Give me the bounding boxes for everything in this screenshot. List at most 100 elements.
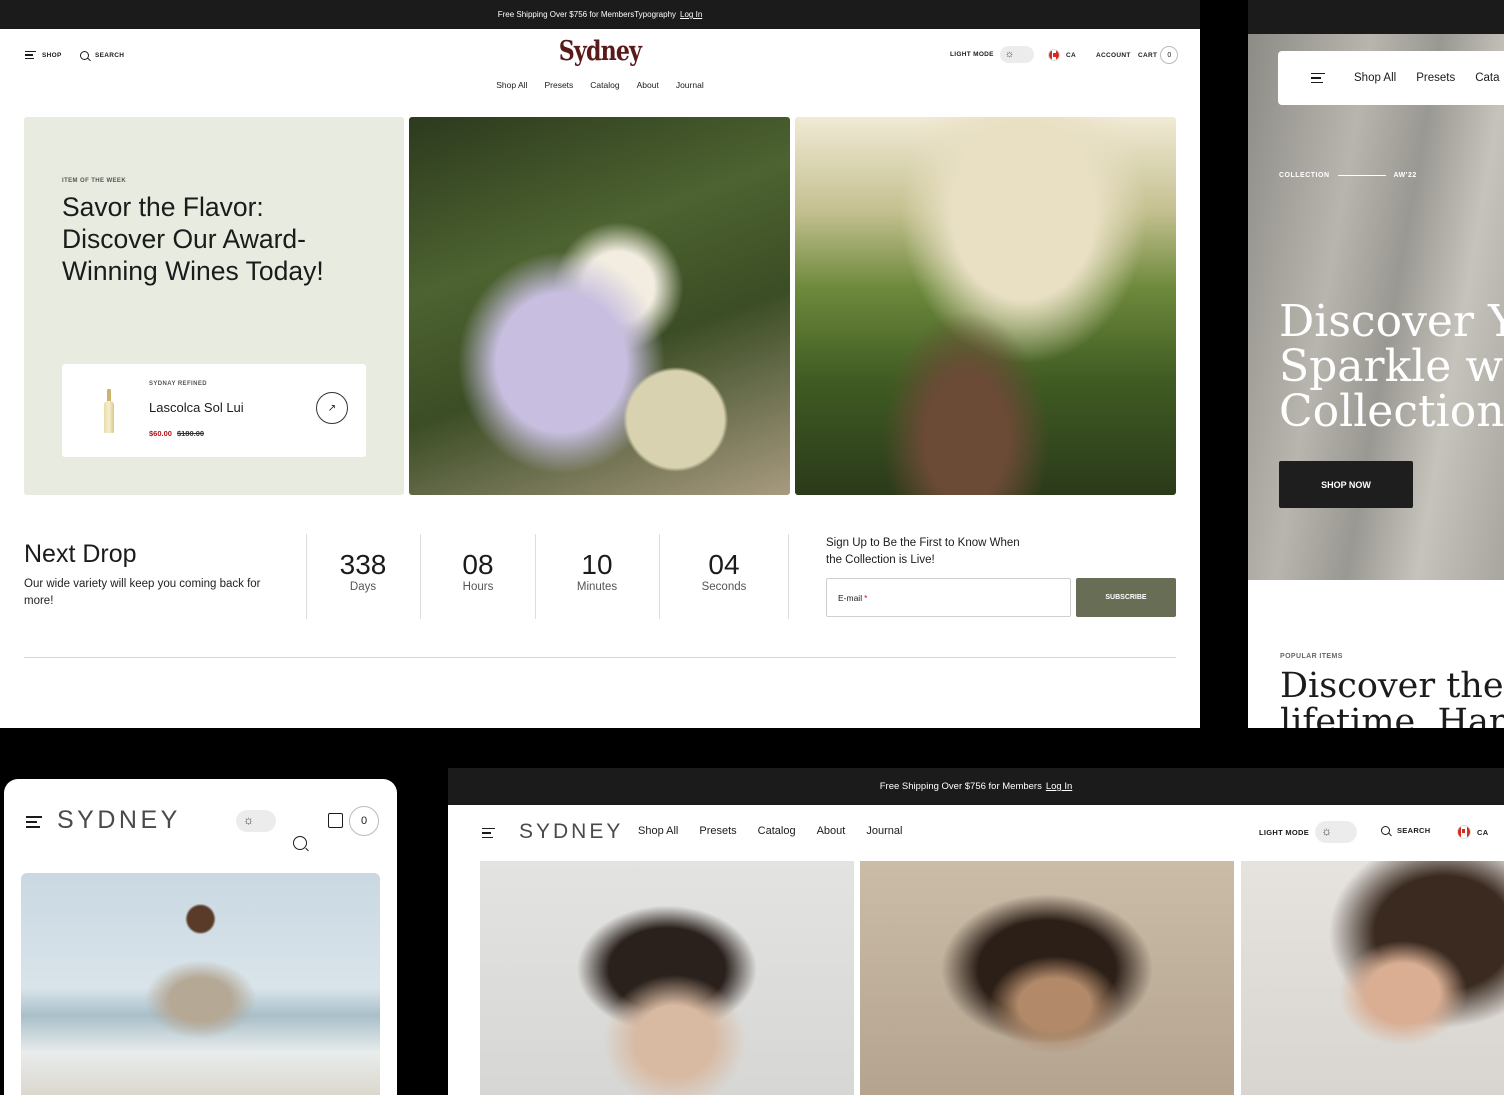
menu-icon[interactable] (482, 828, 495, 838)
countdown-days: 338 Days (323, 549, 403, 593)
menu-icon[interactable] (1311, 72, 1325, 84)
wine-bottle-image (104, 389, 114, 433)
menu-icon (25, 51, 36, 59)
model-portrait-3 (1241, 861, 1504, 1095)
wine-picnic-image (409, 117, 790, 495)
announcement-bar: Free Shipping Over $756 for Members Log … (448, 768, 1504, 805)
light-mode-toggle[interactable]: LIGHT MODE ☼ (1259, 821, 1358, 843)
headline-line-3: Collection (1279, 386, 1504, 437)
toggle-switch[interactable]: ☼ (999, 46, 1034, 63)
hero-eyebrow: ITEM OF THE WEEK (62, 178, 127, 184)
nav-catalog[interactable]: Cata (1475, 72, 1499, 84)
product-brand: SYDNAY REFINED (149, 381, 207, 387)
sale-price: $60.00 (149, 429, 172, 438)
bag-icon[interactable] (328, 813, 343, 828)
nav-about[interactable]: About (817, 825, 846, 837)
login-link[interactable]: Log In (680, 10, 702, 19)
seconds-value: 04 (708, 549, 740, 580)
floating-nav: Shop All Presets Cata (1278, 51, 1504, 105)
shop-now-button[interactable]: SHOP NOW (1279, 461, 1413, 508)
nav-presets[interactable]: Presets (544, 80, 573, 90)
email-field[interactable]: E-mail * (826, 578, 1071, 617)
email-placeholder: E-mail (838, 592, 863, 603)
country-code: CA (1066, 51, 1076, 59)
search-icon (1381, 826, 1390, 835)
nav-catalog[interactable]: Catalog (758, 825, 796, 837)
login-link[interactable]: Log In (1046, 781, 1072, 792)
days-value: 338 (339, 549, 387, 580)
model-portrait-2 (860, 861, 1234, 1095)
collection-text: COLLECTION (1279, 172, 1330, 179)
minutes-value: 10 (581, 549, 613, 580)
popular-line-1: Discover the p (1280, 666, 1504, 706)
sun-icon: ☼ (243, 813, 254, 827)
collection-label: COLLECTION AW'22 (1279, 172, 1417, 179)
popular-items-label: POPULAR ITEMS (1280, 653, 1343, 660)
divider (420, 534, 421, 619)
cart-count: 0 (1160, 46, 1179, 64)
item-of-week-card: ITEM OF THE WEEK Savor the Flavor: Disco… (24, 117, 404, 495)
nav-catalog[interactable]: Catalog (590, 80, 619, 90)
nav-presets[interactable]: Presets (699, 825, 736, 837)
main-nav: Shop All Presets Catalog About Journal (638, 825, 902, 837)
search-icon[interactable] (293, 836, 307, 850)
product-price: $60.00 $180.00 (149, 429, 204, 438)
top-bar (1248, 0, 1504, 34)
next-drop-subtitle: Our wide variety will keep you coming ba… (24, 578, 261, 607)
search-button[interactable]: SEARCH (1381, 826, 1430, 835)
light-mode-toggle[interactable]: LIGHT MODE ☼ (950, 46, 1034, 63)
menu-icon[interactable] (26, 816, 42, 828)
nav-about[interactable]: About (637, 80, 659, 90)
light-mode-label: LIGHT MODE (1259, 827, 1310, 837)
collection-window: Shop All Presets Cata COLLECTION AW'22 D… (1248, 0, 1504, 728)
countdown-seconds: 04 Seconds (684, 549, 764, 593)
announcement-text: Free Shipping Over $756 for MembersTypog… (497, 10, 677, 19)
original-price: $180.00 (176, 429, 205, 438)
wide-window: Free Shipping Over $756 for Members Log … (448, 768, 1504, 1095)
nav-shop-all[interactable]: Shop All (1354, 72, 1396, 84)
shop-menu-button[interactable]: SHOP (25, 51, 62, 59)
announcement-bar: Free Shipping Over $756 for MembersTypog… (0, 0, 1200, 29)
headline-line-1: Discover Yo (1279, 296, 1504, 347)
shop-label: SHOP (42, 51, 62, 59)
nav-presets[interactable]: Presets (1416, 72, 1455, 84)
cart-button[interactable]: CART 0 (1138, 46, 1179, 64)
subscribe-button[interactable]: SUBSCRIBE (1076, 578, 1176, 617)
light-mode-toggle[interactable]: ☼ (236, 810, 276, 832)
popular-line-2: lifetime. Hand (1280, 702, 1504, 728)
nav-journal[interactable]: Journal (676, 80, 704, 90)
divider (306, 534, 307, 619)
toggle-switch[interactable]: ☼ (1315, 821, 1358, 843)
desktop-window: Free Shipping Over $756 for MembersTypog… (0, 0, 1200, 728)
wide-logo[interactable]: SYDNEY (519, 820, 623, 844)
divider (535, 534, 536, 619)
sun-icon: ☼ (1321, 824, 1333, 838)
vineyard-image (795, 117, 1176, 495)
search-icon (80, 51, 89, 60)
cart-count[interactable]: 0 (349, 806, 379, 836)
canada-flag-icon (1457, 825, 1471, 839)
site-logo[interactable]: Sydney (108, 36, 1092, 67)
country-selector[interactable]: CA (1048, 49, 1076, 61)
collection-line (1337, 175, 1386, 176)
collection-headline: Discover Yo Sparkle wit Collection (1279, 299, 1504, 434)
hours-value: 08 (462, 549, 494, 580)
country-selector[interactable]: CA (1457, 825, 1488, 839)
cart-label: CART (1138, 51, 1158, 59)
nav-shop-all[interactable]: Shop All (496, 80, 527, 90)
account-link[interactable]: ACCOUNT (1096, 52, 1131, 59)
beach-model-image (21, 873, 380, 1095)
next-drop-title: Next Drop (24, 540, 137, 568)
search-label: SEARCH (1397, 826, 1431, 835)
sun-icon: ☼ (1004, 49, 1014, 60)
arrow-up-right-icon[interactable]: ↗ (316, 392, 348, 424)
seconds-label: Seconds (701, 581, 747, 593)
divider (659, 534, 660, 619)
countdown-minutes: 10 Minutes (557, 549, 637, 593)
product-card[interactable]: SYDNAY REFINED Lascolca Sol Lui $60.00 $… (62, 364, 366, 457)
mobile-logo[interactable]: SYDNEY (57, 806, 181, 835)
hours-label: Hours (462, 581, 494, 593)
nav-journal[interactable]: Journal (866, 825, 902, 837)
nav-shop-all[interactable]: Shop All (638, 825, 678, 837)
announcement-text: Free Shipping Over $756 for Members (879, 781, 1042, 792)
